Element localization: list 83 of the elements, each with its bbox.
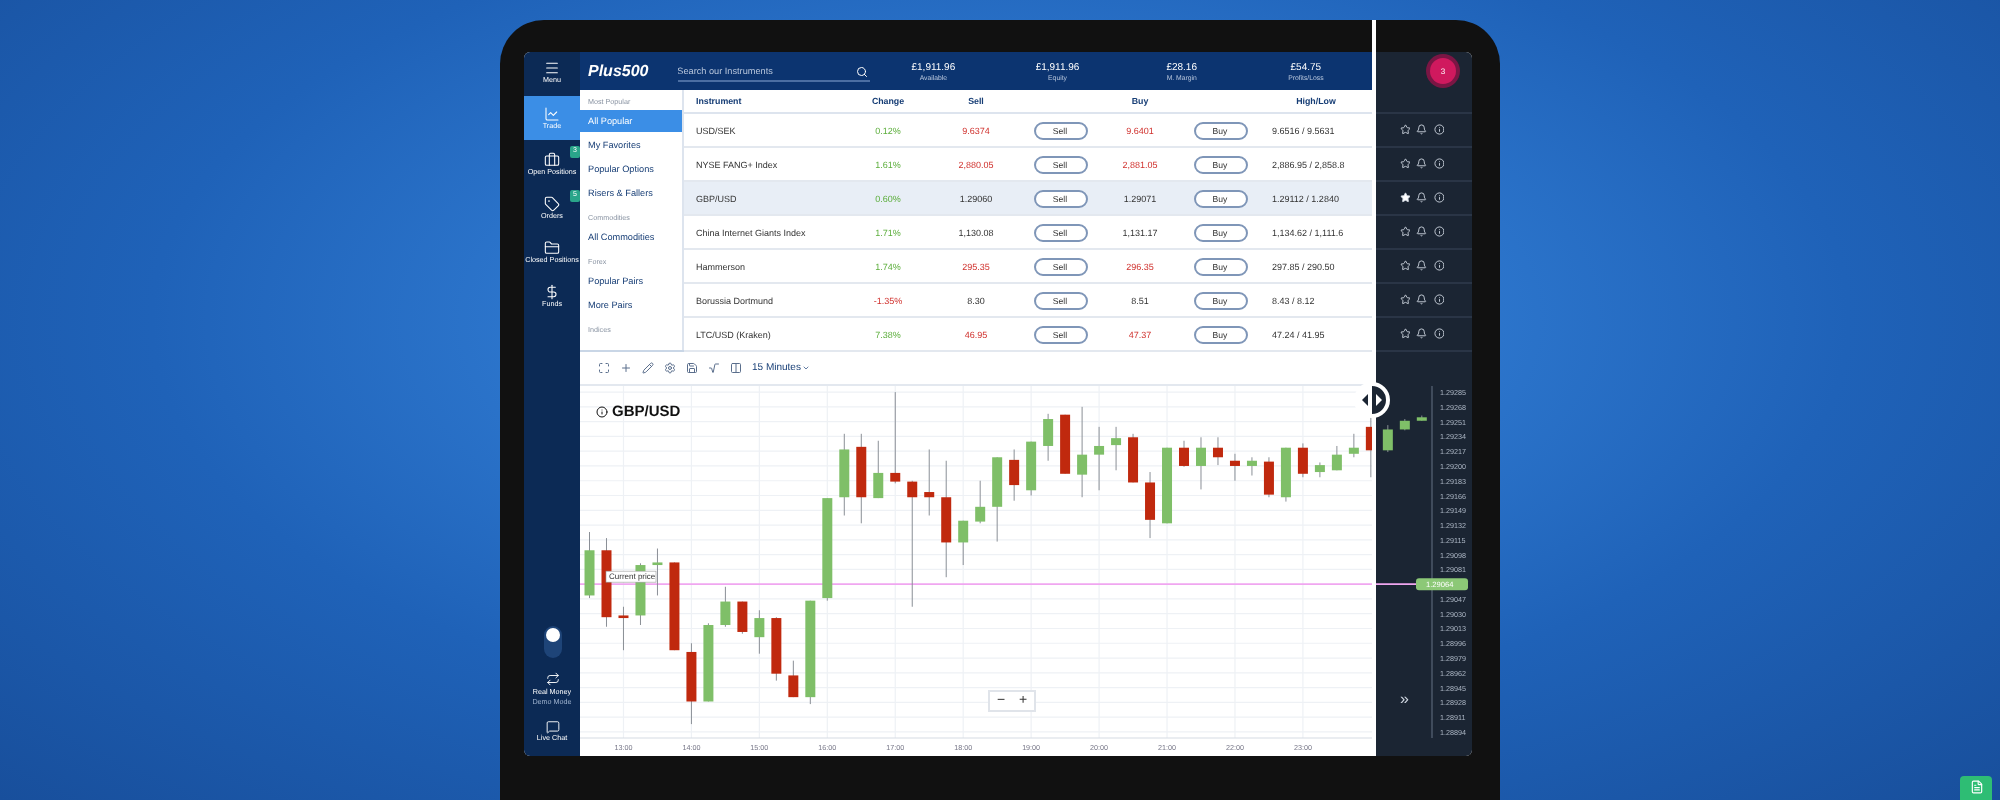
pencil-icon[interactable] [642,362,654,374]
bell-icon[interactable] [1416,294,1428,306]
star-icon[interactable] [1399,294,1411,306]
candle [1179,440,1189,468]
dark-mode-toggle[interactable] [543,626,561,658]
candle [1094,426,1105,491]
dollar-icon [544,283,560,300]
search-icon[interactable] [855,65,868,77]
candle [907,480,918,608]
candle [1026,441,1037,496]
candle [686,642,697,725]
candle [958,520,969,566]
chat-icon [545,720,559,735]
bell-icon[interactable] [1416,158,1428,170]
candle [737,601,748,635]
candle [1145,471,1156,539]
menu-icon [544,59,560,76]
candle [941,460,952,578]
line-chart-icon [544,105,560,122]
star-icon[interactable] [1399,158,1411,170]
switch-icon[interactable] [545,672,559,686]
candle [1246,456,1257,476]
candle [788,660,799,698]
candle [1297,442,1308,478]
briefcase-icon [544,151,560,168]
candle [1416,415,1427,422]
scroll-end-button[interactable]: » [1400,690,1409,708]
candle [1280,447,1291,503]
candle [1128,433,1139,483]
candle [873,440,884,499]
bell-icon[interactable] [1416,124,1428,136]
candle [1043,413,1054,462]
candle [1111,426,1122,471]
candle [822,497,833,602]
candle [1162,447,1172,524]
candle [771,616,782,682]
star-icon[interactable] [1399,226,1411,238]
settings-icon[interactable] [664,362,676,374]
candle [720,586,731,628]
star-icon[interactable] [1399,124,1411,136]
compare-icon[interactable] [730,362,742,374]
candle [1263,456,1274,498]
candle [1213,436,1223,466]
candle [1331,445,1342,471]
candle [1348,433,1359,458]
star-icon[interactable] [1399,328,1411,340]
candle [1009,448,1020,502]
candle [839,433,850,516]
candle [992,456,1003,543]
crosshair-icon[interactable] [620,362,632,374]
info-icon[interactable] [596,405,608,417]
candle [703,622,714,702]
bell-icon[interactable] [1416,226,1428,238]
candle [1399,418,1410,431]
candle [1196,436,1206,490]
save-icon[interactable] [686,362,698,374]
star-icon[interactable] [1399,192,1411,204]
candle [618,606,629,651]
candle [975,480,986,524]
candle [1060,414,1071,475]
candle [1314,462,1325,478]
candle [1229,453,1240,482]
tag-icon [544,195,560,212]
left-right-arrows-icon [1362,394,1382,406]
candle [652,548,663,596]
function-icon[interactable] [708,362,720,374]
bell-icon[interactable] [1416,260,1428,272]
candle [924,448,935,516]
bell-icon[interactable] [1416,328,1428,340]
candle [669,561,680,651]
star-icon[interactable] [1399,260,1411,272]
document-icon [1969,780,1983,794]
logo: Plus500 [588,62,651,80]
candle [754,609,765,655]
folder-icon [544,239,560,256]
candle [805,600,816,705]
candle [1077,406,1088,498]
bell-icon[interactable] [1416,192,1428,204]
candle [856,433,867,524]
candle [1382,424,1393,453]
candle [601,537,612,628]
candle [890,391,901,484]
candle [584,531,595,599]
